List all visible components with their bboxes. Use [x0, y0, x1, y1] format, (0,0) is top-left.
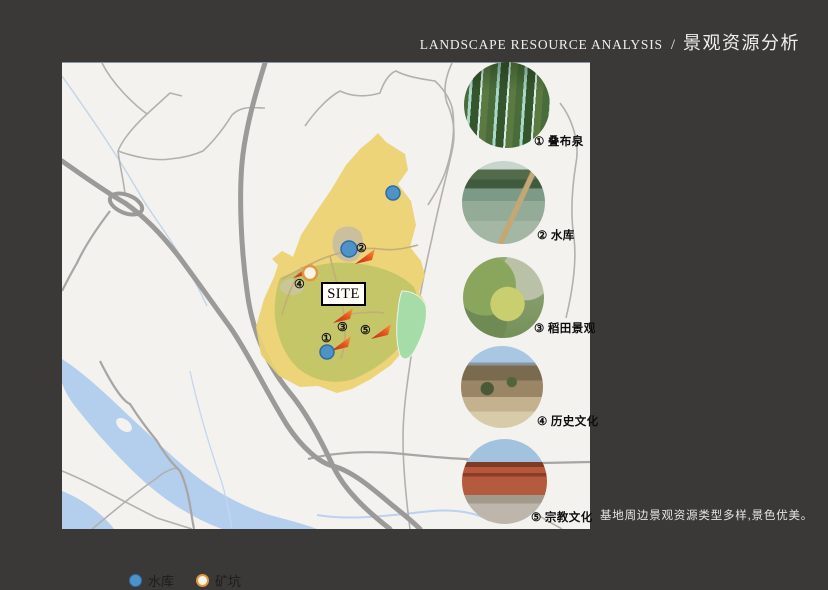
- analysis-slide: LANDSCAPE RESOURCE ANALYSIS / 景观资源分析: [0, 0, 828, 585]
- reservoir-photo: [462, 161, 545, 244]
- legend-label: 矿坑: [215, 571, 241, 590]
- resource-number: ①: [534, 136, 545, 148]
- resource-label-5: ⑤宗教文化: [531, 509, 593, 525]
- reservoir-marker: [320, 345, 334, 359]
- rice-field-photo: [463, 257, 544, 338]
- site-label: SITE: [321, 282, 366, 306]
- legend-item-mine-pit: 矿坑: [196, 571, 241, 590]
- map-marker-label-3: ③: [337, 321, 348, 333]
- resource-number: ⑤: [531, 512, 542, 524]
- resource-number: ③: [534, 323, 545, 335]
- resource-number: ②: [537, 230, 548, 242]
- mine-pit-dot-icon: [196, 574, 209, 587]
- mine-pit-marker: [303, 266, 317, 280]
- green-zone: [397, 291, 427, 359]
- historic-site-photo: [461, 346, 543, 428]
- page-title: LANDSCAPE RESOURCE ANALYSIS / 景观资源分析: [420, 29, 800, 55]
- title-chinese: 景观资源分析: [683, 33, 800, 53]
- summary-caption: 基地周边景观资源类型多样,景色优美。: [600, 507, 813, 523]
- resource-label-4: ④历史文化: [537, 413, 599, 429]
- resource-label-2: ②水库: [537, 227, 575, 243]
- title-english: LANDSCAPE RESOURCE ANALYSIS: [420, 37, 663, 52]
- map-legend: 水库 矿坑: [129, 571, 241, 590]
- resource-name: 历史文化: [551, 416, 599, 428]
- legend-item-reservoir: 水库: [129, 571, 174, 590]
- resource-name: 叠布泉: [548, 136, 584, 148]
- reservoir-marker: [341, 241, 357, 257]
- resource-name: 宗教文化: [545, 512, 593, 524]
- title-separator: /: [671, 37, 675, 53]
- map-marker-label-2: ②: [356, 242, 367, 254]
- resource-name: 稻田景观: [548, 323, 596, 335]
- reservoir-dot-icon: [129, 574, 142, 587]
- reservoir-marker: [386, 186, 400, 200]
- resource-label-3: ③稻田景观: [534, 320, 596, 336]
- resource-label-1: ①叠布泉: [534, 133, 584, 149]
- resource-number: ④: [537, 416, 548, 428]
- legend-label: 水库: [148, 571, 174, 590]
- map-marker-label-1: ①: [321, 332, 332, 344]
- site-area: [256, 133, 426, 393]
- map-marker-label-5: ⑤: [360, 324, 371, 336]
- map-marker-label-4: ④: [294, 278, 305, 290]
- resource-name: 水库: [551, 230, 575, 242]
